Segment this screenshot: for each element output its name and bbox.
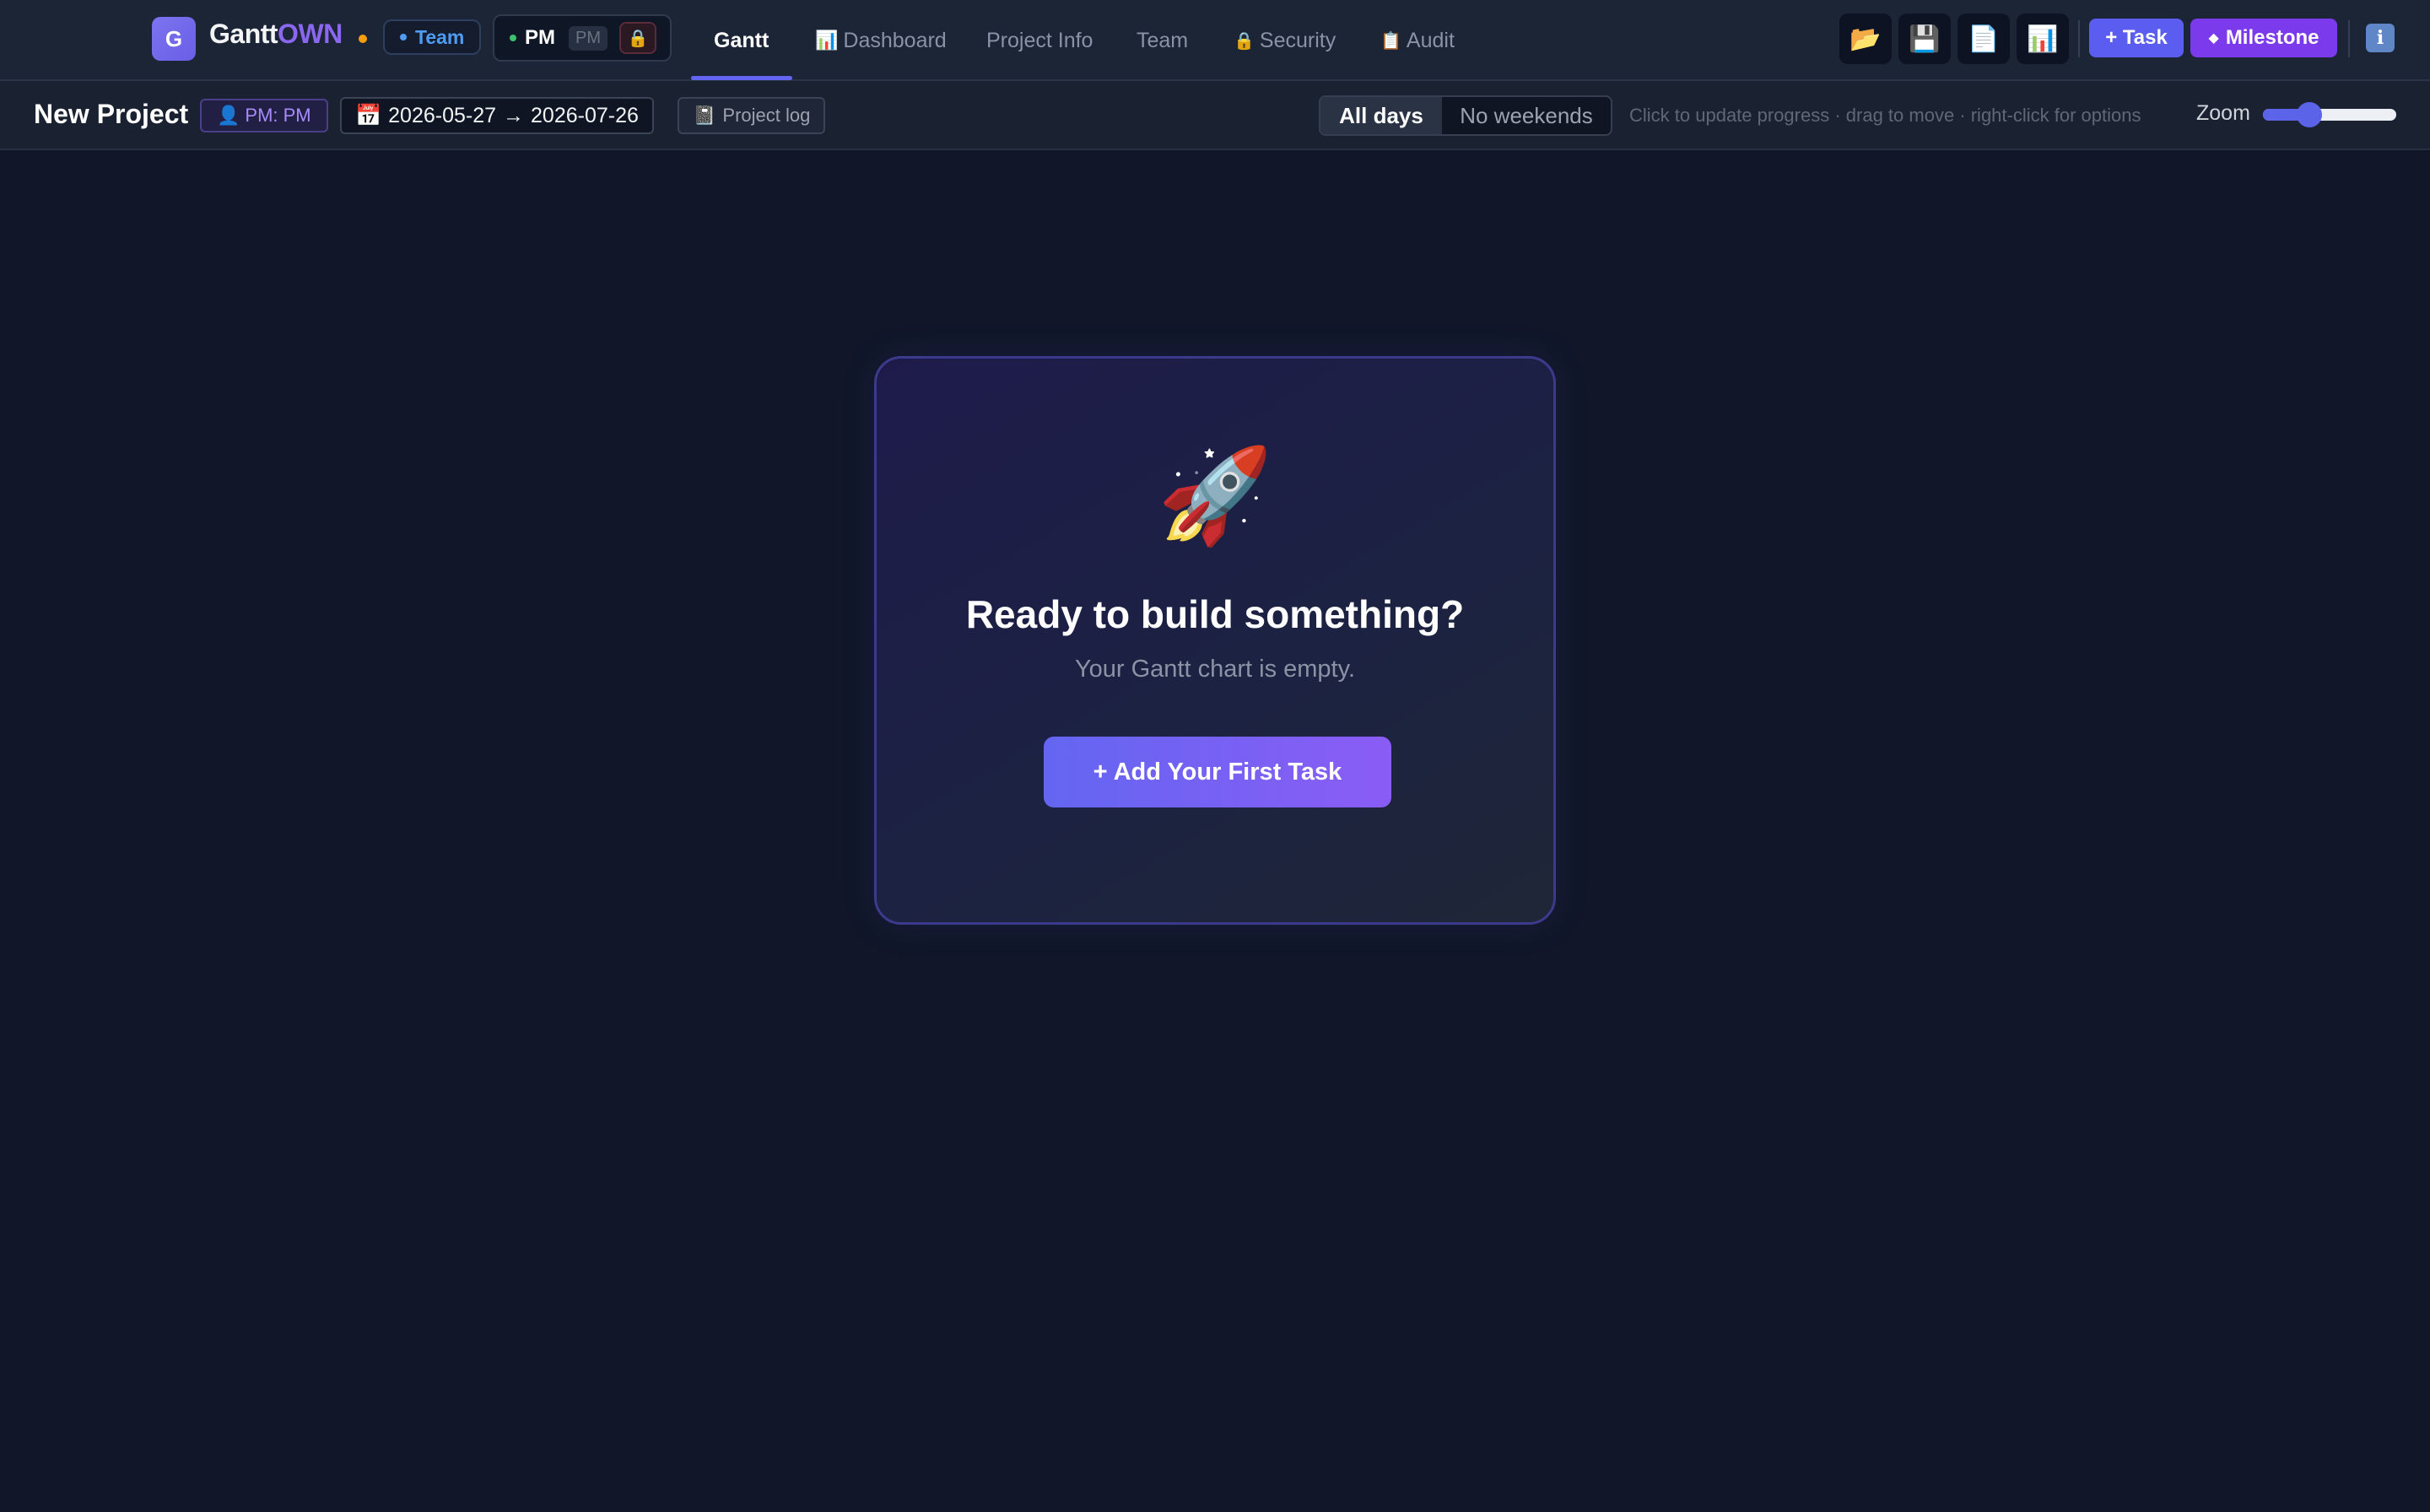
folder-open-icon: 📂: [1850, 24, 1882, 53]
zoom-label: Zoom: [2196, 101, 2250, 125]
tab-team-label: Team: [1137, 28, 1189, 52]
tab-audit-label: Audit: [1406, 28, 1455, 52]
toolbar-divider: [2078, 20, 2080, 57]
all-days-option[interactable]: All days: [1320, 97, 1442, 134]
role-chip[interactable]: PM: [569, 25, 608, 51]
add-milestone-button[interactable]: ◆ Milestone: [2190, 19, 2337, 57]
user-icon: 👤: [217, 105, 240, 126]
logo-letter: G: [165, 25, 183, 51]
chart-icon: 📊: [2027, 24, 2059, 53]
dashboard-icon: 📊: [815, 30, 839, 51]
online-dot-icon: [510, 35, 516, 41]
add-milestone-label: Milestone: [2225, 26, 2319, 49]
project-toolbar: New Project 👤 PM: PM 📅 2026-05-27 → 2026…: [0, 81, 2430, 150]
team-dot-icon: [400, 34, 407, 40]
tab-dashboard-label: Dashboard: [843, 28, 947, 52]
app-brand: Gantt OWN: [209, 19, 343, 50]
tab-security[interactable]: 🔒 Security: [1234, 0, 1336, 81]
empty-state-title: Ready to build something?: [965, 592, 1465, 636]
active-tab-indicator: [691, 76, 792, 80]
status-dot-icon: [359, 35, 367, 43]
info-button[interactable]: i: [2366, 24, 2395, 52]
tab-dashboard[interactable]: 📊 Dashboard: [815, 0, 947, 81]
team-mode-label: Team: [415, 25, 465, 48]
tab-team[interactable]: Team: [1137, 0, 1188, 81]
clipboard-icon: 📋: [1380, 31, 1401, 51]
notebook-icon: 📓: [693, 105, 716, 126]
save-icon: 💾: [1909, 24, 1941, 53]
tab-audit[interactable]: 📋 Audit: [1380, 0, 1455, 81]
info-icon: i: [2376, 27, 2384, 49]
security-lock-icon: 🔒: [1234, 31, 1255, 51]
add-first-task-button[interactable]: + Add Your First Task: [1044, 737, 1391, 807]
tab-gantt[interactable]: Gantt: [714, 0, 769, 81]
rocket-icon: 🚀: [1157, 444, 1273, 548]
project-log-label: Project log: [722, 105, 811, 126]
tab-project-info[interactable]: Project Info: [986, 0, 1093, 81]
tab-gantt-label: Gantt: [714, 28, 770, 52]
project-log-button[interactable]: 📓 Project log: [678, 97, 826, 134]
export-document-button[interactable]: 📄: [1958, 14, 2010, 64]
document-icon: 📄: [1968, 24, 2000, 53]
role-selector[interactable]: PM PM 🔒: [493, 14, 672, 62]
no-weekends-option[interactable]: No weekends: [1442, 97, 1611, 134]
save-button[interactable]: 💾: [1898, 14, 1951, 64]
app-logo: G: [152, 17, 196, 61]
usage-hint: Click to update progress · drag to move …: [1629, 105, 2141, 126]
date-end: 2026-07-26: [531, 103, 639, 127]
toolbar-divider: [2348, 20, 2350, 57]
tab-security-label: Security: [1259, 28, 1336, 52]
zoom-slider[interactable]: [2263, 102, 2396, 127]
calendar-icon: 📅: [355, 103, 382, 127]
empty-state-subtitle: Your Gantt chart is empty.: [1074, 656, 1356, 683]
date-start: 2026-05-27: [388, 103, 497, 127]
empty-state-card: 🚀 Ready to build something? Your Gantt c…: [874, 356, 1556, 925]
date-arrow: →: [503, 103, 525, 127]
lock-icon[interactable]: 🔒: [619, 22, 656, 54]
project-manager-label: PM: PM: [245, 105, 311, 126]
brand-accent: OWN: [278, 19, 343, 49]
add-task-button[interactable]: + Task: [2089, 19, 2184, 57]
top-navigation-bar: G Gantt OWN Team PM PM 🔒 Gantt 📊 Dashboar…: [0, 0, 2430, 81]
role-label: PM: [525, 26, 555, 49]
project-manager-badge[interactable]: 👤 PM: PM: [200, 99, 328, 132]
day-view-toggle: All days No weekends: [1319, 95, 1612, 136]
tab-project-info-label: Project Info: [986, 28, 1094, 52]
add-task-label: + Task: [2105, 26, 2168, 49]
date-range-button[interactable]: 📅 2026-05-27 → 2026-07-26: [340, 97, 654, 134]
export-chart-button[interactable]: 📊: [2017, 14, 2069, 64]
brand-main: Gantt: [209, 19, 278, 49]
open-file-button[interactable]: 📂: [1839, 14, 1892, 64]
diamond-icon: ◆: [2208, 31, 2219, 46]
team-mode-badge[interactable]: Team: [383, 19, 482, 55]
project-name[interactable]: New Project: [34, 99, 188, 130]
